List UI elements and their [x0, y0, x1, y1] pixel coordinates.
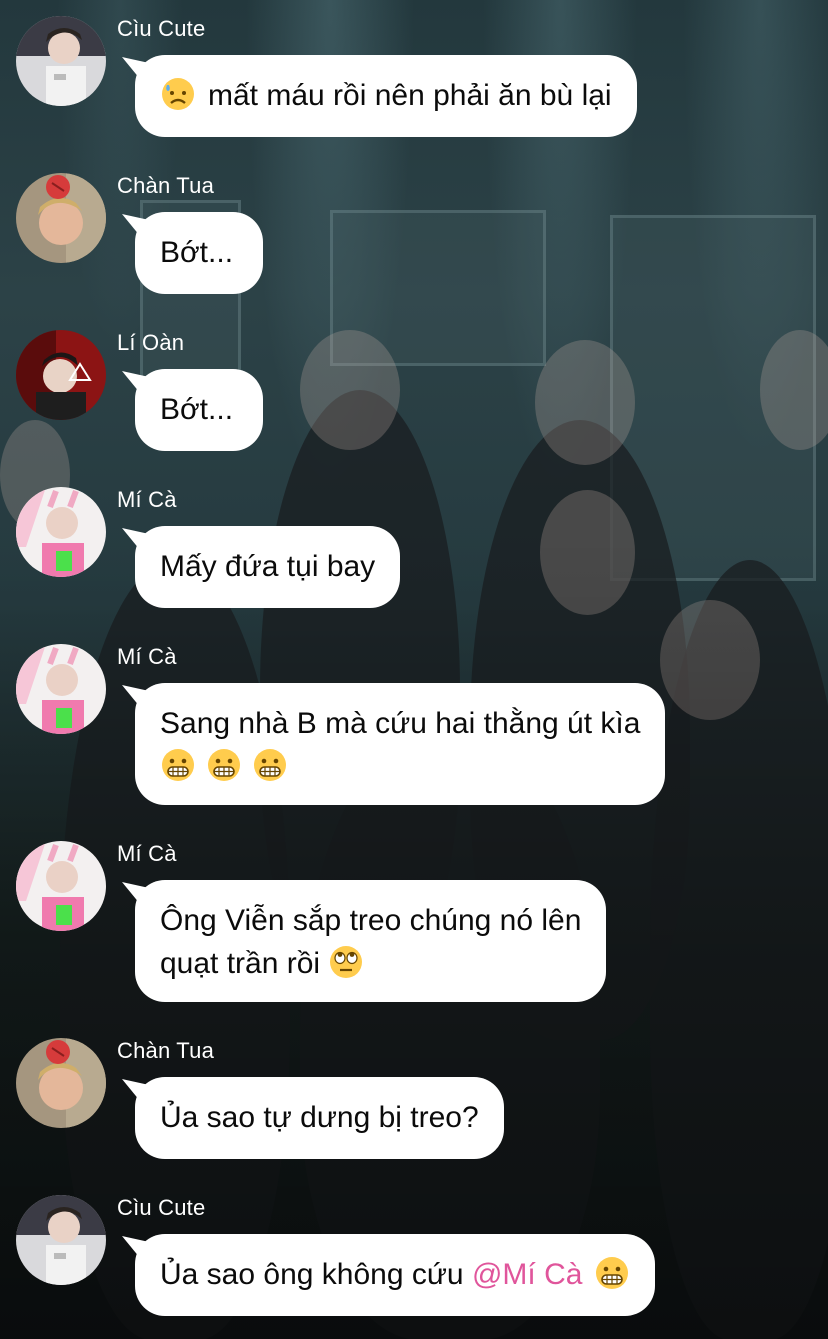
message-text: Bớt...	[160, 393, 234, 426]
message-text: Ông Viễn sắp treo chúng nó lên	[160, 904, 582, 937]
message-bubble[interactable]: Ông Viễn sắp treo chúng nó lên quạt trần…	[135, 880, 607, 1002]
message-text: Mấy đứa tụi bay	[160, 550, 376, 583]
message-bubble[interactable]: Bớt...	[135, 212, 263, 294]
message-text-line: quạt trần rồi	[160, 942, 581, 985]
chan-tua-avatar[interactable]	[16, 1038, 106, 1128]
message-text: Bớt...	[160, 236, 234, 269]
message-bubble[interactable]: Bớt...	[135, 369, 263, 451]
cau-cute-avatar[interactable]	[16, 1195, 106, 1285]
cau-cute-avatar[interactable]	[16, 16, 106, 106]
message-bubble[interactable]: mất máu rồi nên phải ăn bù lại	[135, 55, 637, 137]
message-text: quạt trần rồi	[160, 947, 321, 980]
grimacing-face-icon	[208, 749, 240, 781]
message-bubble[interactable]: Ủa sao tự dưng bị treo?	[135, 1077, 504, 1159]
sender-name: Mí Cà	[117, 644, 177, 669]
sender-name: Cìu Cute	[117, 1195, 206, 1220]
sender-name: Mí Cà	[117, 487, 177, 512]
eye-roll-face-icon	[330, 946, 363, 978]
mi-ca-avatar[interactable]	[16, 841, 106, 931]
message-text: mất máu rồi nên phải ăn bù lại	[208, 79, 612, 112]
message-text: Ủa sao tự dưng bị treo?	[160, 1101, 479, 1134]
li-oan-avatar[interactable]	[16, 330, 106, 420]
sender-name: Chàn Tua	[117, 1038, 215, 1063]
message-bubble[interactable]: Ủa sao ông không cứu @Mí Cà	[135, 1234, 656, 1316]
message-text: Ủa sao ông không cứu	[160, 1258, 472, 1291]
message-bubble[interactable]: Sang nhà B mà cứu hai thằng út kìa	[135, 683, 666, 805]
sender-name: Mí Cà	[117, 841, 177, 866]
chan-tua-avatar[interactable]	[16, 173, 106, 263]
sender-name: Lí Oàn	[117, 330, 185, 355]
mention-link[interactable]: @Mí Cà	[472, 1258, 582, 1291]
mi-ca-avatar[interactable]	[16, 644, 106, 734]
message-text: Sang nhà B mà cứu hai thằng út kìa	[160, 707, 641, 740]
grimacing-face-icon	[162, 749, 194, 781]
grimacing-face-icon	[254, 749, 286, 781]
message-bubble[interactable]: Mấy đứa tụi bay	[135, 526, 401, 608]
grimacing-face-icon	[596, 1257, 629, 1289]
emoji-line	[160, 745, 640, 788]
sender-name: Cìu Cute	[117, 16, 206, 41]
sad-sweat-face-icon	[162, 78, 194, 110]
sender-name: Chàn Tua	[117, 173, 215, 198]
mi-ca-avatar[interactable]	[16, 487, 106, 577]
